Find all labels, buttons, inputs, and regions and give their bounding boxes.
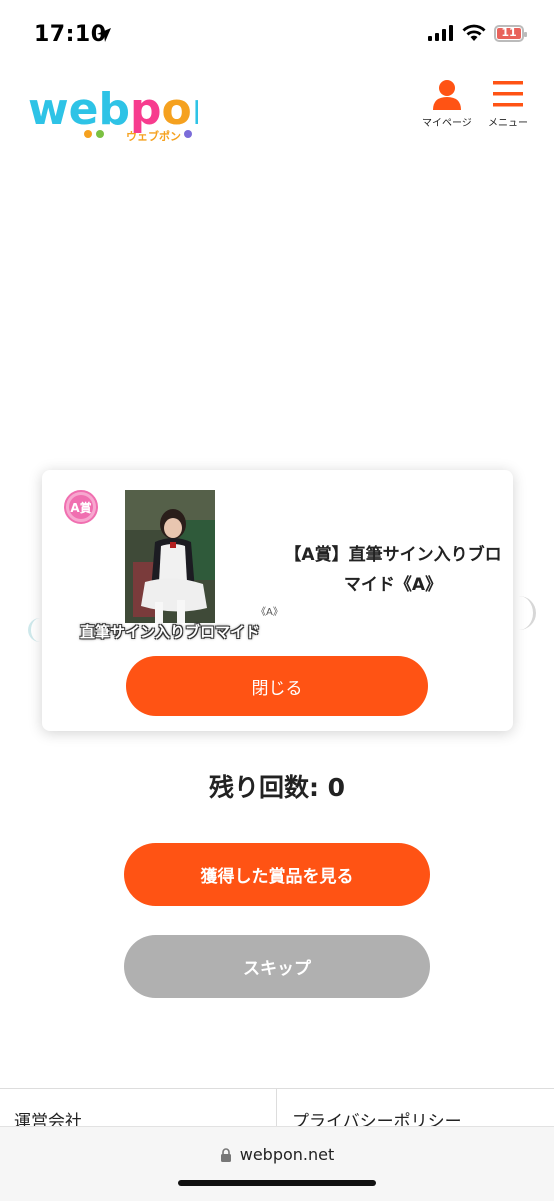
url-text: webpon.net [239, 1145, 335, 1164]
prize-rank-badge: A賞 [64, 490, 98, 524]
location-arrow-icon [97, 28, 111, 42]
view-prizes-button[interactable]: 獲得した賞品を見る [124, 843, 430, 906]
battery-icon: 11 [494, 24, 527, 42]
status-icons: 11 [428, 24, 527, 42]
prize-photo [125, 490, 215, 623]
logo-subtitle: ウェブポン [126, 130, 181, 143]
skip-button[interactable]: スキップ [124, 935, 430, 998]
menu-label: メニュー [488, 118, 528, 129]
prize-result-modal: A賞 直筆サイン入りブロマイド 《A》 【A賞】直筆サイン入りブロマイド《A》 … [42, 470, 513, 731]
carousel-edge-right [513, 596, 536, 630]
signal-icon [428, 25, 453, 41]
lock-icon [220, 1147, 231, 1162]
prize-image-caption: 直筆サイン入りブロマイド [80, 623, 261, 641]
mypage-label: マイページ [422, 118, 472, 129]
browser-address-bar[interactable]: webpon.net [0, 1126, 554, 1201]
user-icon [432, 80, 461, 110]
prize-image-caption-suffix: 《A》 [256, 607, 283, 618]
svg-text:A賞: A賞 [70, 500, 91, 515]
prize-title: 【A賞】直筆サイン入りブロマイド《A》 [284, 545, 502, 595]
remaining-count: 残り回数: 0 [208, 773, 346, 802]
site-header: webpon ウェブポン マイページ メニュー [0, 70, 554, 150]
mypage-button[interactable]: マイページ [422, 78, 472, 129]
status-bar: 17:10 11 [0, 0, 554, 70]
url-display[interactable]: webpon.net [0, 1145, 554, 1164]
menu-button[interactable]: メニュー [488, 78, 528, 129]
hamburger-menu-icon [493, 81, 523, 107]
webpon-logo[interactable]: webpon ウェブポン [28, 80, 223, 146]
close-button[interactable]: 閉じる [126, 656, 428, 716]
home-indicator[interactable] [178, 1180, 376, 1186]
wifi-icon [462, 24, 486, 41]
